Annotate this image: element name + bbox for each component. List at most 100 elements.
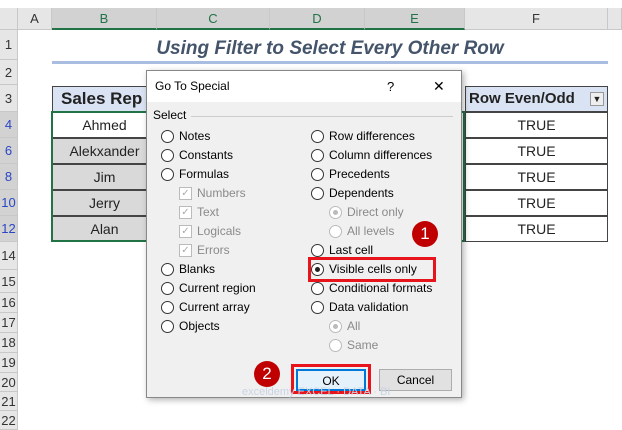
option-label: Errors [197, 243, 230, 257]
checkbox[interactable]: ✓ [179, 205, 192, 219]
option-label: Current array [179, 300, 250, 314]
radio-button[interactable] [311, 243, 324, 257]
radio-button[interactable] [161, 281, 174, 295]
checkbox[interactable]: ✓ [179, 243, 192, 257]
option-current-region[interactable]: Current region [161, 279, 256, 297]
option-label: Notes [179, 129, 211, 143]
option-label: All levels [347, 224, 395, 238]
option-precedents[interactable]: Precedents [311, 165, 390, 183]
radio-button[interactable] [329, 205, 342, 219]
radio-button[interactable] [311, 281, 324, 295]
close-icon[interactable]: ✕ [433, 71, 445, 102]
option-direct-only[interactable]: Direct only [329, 203, 404, 221]
row-header-18[interactable]: 18 [0, 333, 18, 353]
radio-button[interactable] [311, 300, 324, 314]
row-header-3[interactable]: 3 [0, 85, 18, 112]
row-header-1[interactable]: 1 [0, 30, 18, 60]
column-header-A[interactable]: A [18, 8, 52, 30]
option-column-differences[interactable]: Column differences [311, 146, 432, 164]
row-header-12[interactable]: 12 [0, 216, 18, 242]
option-objects[interactable]: Objects [161, 317, 220, 335]
row-header-22[interactable]: 22 [0, 411, 18, 430]
option-numbers[interactable]: ✓ Numbers [179, 184, 246, 202]
dialog-title-bar: Go To Special ? ✕ [147, 71, 461, 102]
option-dependents[interactable]: Dependents [311, 184, 394, 202]
radio-button[interactable] [329, 319, 342, 333]
row-even-odd-cell[interactable]: TRUE [465, 112, 608, 138]
option-label: Objects [179, 319, 220, 333]
group-divider [191, 116, 453, 117]
row-header-8[interactable]: 8 [0, 164, 18, 190]
row-even-odd-cell[interactable]: TRUE [465, 190, 608, 216]
row-even-odd-cell[interactable]: TRUE [465, 164, 608, 190]
row-header-6[interactable]: 6 [0, 138, 18, 164]
option-row-differences[interactable]: Row differences [311, 127, 415, 145]
option-label: All [347, 319, 361, 333]
radio-button[interactable] [161, 167, 174, 181]
option-current-array[interactable]: Current array [161, 298, 250, 316]
row-header-21[interactable]: 21 [0, 392, 18, 411]
option-label: Text [197, 205, 220, 219]
option-label: Constants [179, 148, 234, 162]
option-blanks[interactable]: Blanks [161, 260, 215, 278]
select-all-corner[interactable] [0, 8, 18, 30]
radio-button[interactable] [161, 300, 174, 314]
option-label: Blanks [179, 262, 216, 276]
option-label: Conditional formats [329, 281, 433, 295]
option-data-validation[interactable]: Data validation [311, 298, 408, 316]
option-constants[interactable]: Constants [161, 146, 233, 164]
sheet-title: Using Filter to Select Every Other Row [52, 38, 608, 64]
header-row-even-odd: Row Even/Odd ▼ [465, 86, 608, 112]
row-header-4[interactable]: 4 [0, 112, 18, 138]
row-header-15[interactable]: 15 [0, 270, 18, 293]
radio-button[interactable] [161, 319, 174, 333]
dialog-title: Go To Special [155, 79, 230, 93]
row-header-2[interactable]: 2 [0, 60, 18, 85]
group-label: Select [153, 108, 187, 122]
option-label: Numbers [197, 186, 246, 200]
option-label: Row differences [329, 129, 415, 143]
option-errors[interactable]: ✓ Errors [179, 241, 230, 259]
radio-button[interactable] [311, 186, 324, 200]
header-sales-rep: Sales Rep [52, 86, 157, 112]
column-header-E[interactable]: E [365, 8, 465, 30]
watermark: exceldemy EXCEL · DATA · BI [242, 386, 391, 398]
help-button[interactable]: ? [387, 71, 394, 102]
radio-button[interactable] [161, 262, 174, 276]
option-label: Logicals [197, 224, 242, 238]
radio-button[interactable] [311, 129, 324, 143]
column-header-B[interactable]: B [52, 8, 157, 30]
go-to-special-dialog: Go To Special ? ✕ Select Notes Constants F… [146, 70, 462, 398]
checkbox[interactable]: ✓ [179, 186, 192, 200]
option-logicals[interactable]: ✓ Logicals [179, 222, 241, 240]
radio-button[interactable] [311, 167, 324, 181]
option-notes[interactable]: Notes [161, 127, 210, 145]
radio-button[interactable] [311, 148, 324, 162]
option-all[interactable]: All [329, 317, 360, 335]
row-header-19[interactable]: 19 [0, 353, 18, 373]
header-label: Row Even/Odd [469, 90, 575, 107]
column-header-F[interactable]: F [465, 8, 608, 30]
column-header-C[interactable]: C [157, 8, 270, 30]
checkbox[interactable]: ✓ [179, 224, 192, 238]
option-label: Current region [179, 281, 256, 295]
option-same[interactable]: Same [329, 336, 378, 354]
radio-button[interactable] [329, 224, 342, 238]
option-label: Data validation [329, 300, 409, 314]
row-header-14[interactable]: 14 [0, 242, 18, 270]
option-all-levels[interactable]: All levels [329, 222, 394, 240]
row-even-odd-cell[interactable]: TRUE [465, 138, 608, 164]
filter-icon[interactable]: ▼ [590, 92, 604, 106]
row-header-16[interactable]: 16 [0, 293, 18, 313]
row-header-20[interactable]: 20 [0, 373, 18, 392]
option-text[interactable]: ✓ Text [179, 203, 219, 221]
radio-button[interactable] [329, 338, 342, 352]
column-header-D[interactable]: D [270, 8, 365, 30]
radio-button[interactable] [161, 129, 174, 143]
row-header-10[interactable]: 10 [0, 190, 18, 216]
option-formulas[interactable]: Formulas [161, 165, 229, 183]
row-header-17[interactable]: 17 [0, 313, 18, 333]
radio-button[interactable] [161, 148, 174, 162]
visible-cells-highlight [308, 257, 436, 282]
row-even-odd-cell[interactable]: TRUE [465, 216, 608, 242]
